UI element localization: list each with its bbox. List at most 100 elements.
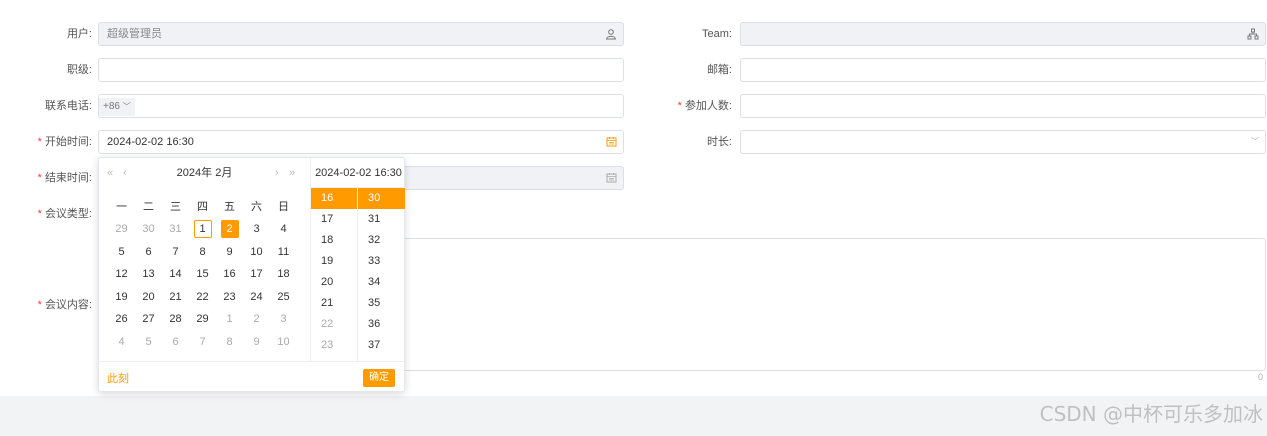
calendar-day[interactable]: 20: [135, 288, 162, 306]
calendar-day-label: 3: [280, 313, 287, 325]
user-value: 超级管理员: [107, 28, 162, 40]
next-month-button[interactable]: ›: [275, 158, 279, 188]
now-button[interactable]: 此刻: [107, 370, 129, 386]
calendar-day[interactable]: 10: [243, 243, 270, 261]
calendar-day[interactable]: 9: [216, 243, 243, 261]
next-year-button[interactable]: »: [289, 158, 295, 188]
calendar-day[interactable]: 31: [162, 220, 189, 238]
calendar-icon[interactable]: [606, 167, 617, 189]
hour-option[interactable]: 22: [311, 314, 357, 335]
calendar-day[interactable]: 2: [243, 310, 270, 328]
calendar-day-label: 15: [196, 268, 209, 280]
duration-select[interactable]: ﹀: [740, 130, 1266, 154]
calendar-day[interactable]: 21: [162, 288, 189, 306]
rank-input[interactable]: [98, 58, 624, 82]
calendar-day[interactable]: 14: [162, 265, 189, 283]
user-icon[interactable]: [605, 23, 617, 45]
hour-option[interactable]: 19: [311, 251, 357, 272]
calendar-day[interactable]: 3: [270, 310, 297, 328]
calendar-day[interactable]: 22: [189, 288, 216, 306]
calendar-day[interactable]: 8: [216, 333, 243, 351]
minute-option[interactable]: 32: [358, 230, 405, 251]
calendar-icon[interactable]: [606, 131, 617, 153]
calendar-day[interactable]: 5: [135, 333, 162, 351]
calendar-day[interactable]: 2: [216, 220, 243, 238]
required-mark: *: [37, 208, 42, 220]
minute-option[interactable]: 35: [358, 293, 405, 314]
calendar-day[interactable]: 26: [108, 310, 135, 328]
char-counter: 0: [1258, 372, 1264, 382]
minute-option[interactable]: 34: [358, 272, 405, 293]
calendar-day[interactable]: 27: [135, 310, 162, 328]
calendar-day[interactable]: 1: [216, 310, 243, 328]
calendar-day[interactable]: 11: [270, 243, 297, 261]
calendar-day-label: 4: [280, 223, 287, 235]
calendar-day[interactable]: 25: [270, 288, 297, 306]
calendar-day-label: 18: [277, 268, 290, 280]
calendar-day[interactable]: 13: [135, 265, 162, 283]
calendar-header: « ‹ 2024年 2月 › »: [99, 158, 310, 188]
start-time-input[interactable]: 2024-02-02 16:30: [98, 130, 624, 154]
calendar-day[interactable]: 7: [162, 243, 189, 261]
start-time-label-text: 开始时间:: [44, 136, 92, 148]
calendar-day[interactable]: 3: [243, 220, 270, 238]
calendar-day[interactable]: 9: [243, 333, 270, 351]
calendar-day[interactable]: 6: [162, 333, 189, 351]
calendar-day[interactable]: 15: [189, 265, 216, 283]
calendar-day-label: 12: [115, 268, 128, 280]
calendar-day[interactable]: 8: [189, 243, 216, 261]
calendar-day-label: 21: [169, 291, 182, 303]
calendar-day[interactable]: 10: [270, 333, 297, 351]
calendar-day[interactable]: 1: [189, 220, 216, 238]
hour-option[interactable]: 21: [311, 293, 357, 314]
minute-option[interactable]: 30: [358, 188, 405, 209]
required-mark: *: [37, 172, 42, 184]
hour-column[interactable]: 16 17 18 19 20 21 22 23: [311, 188, 358, 361]
calendar-day-label: 20: [142, 291, 155, 303]
calendar-day[interactable]: 12: [108, 265, 135, 283]
phone-input[interactable]: +86 ﹀: [98, 94, 624, 118]
confirm-button[interactable]: 确定: [363, 369, 395, 387]
minute-column[interactable]: 30 31 32 33 34 35 36 37: [358, 188, 405, 361]
participants-input[interactable]: [740, 94, 1266, 118]
calendar-day-label: 11: [277, 246, 290, 258]
calendar-day[interactable]: 30: [135, 220, 162, 238]
hour-option[interactable]: 16: [311, 188, 357, 209]
calendar-day[interactable]: 24: [243, 288, 270, 306]
email-input[interactable]: [740, 58, 1266, 82]
calendar-day[interactable]: 17: [243, 265, 270, 283]
calendar-day[interactable]: 28: [162, 310, 189, 328]
calendar-day[interactable]: 23: [216, 288, 243, 306]
hour-option[interactable]: 18: [311, 230, 357, 251]
calendar-day[interactable]: 4: [270, 220, 297, 238]
team-field[interactable]: [740, 22, 1266, 46]
user-field: 超级管理员: [98, 22, 624, 46]
phone-prefix-select[interactable]: +86 ﹀: [99, 98, 135, 116]
calendar-day[interactable]: 18: [270, 265, 297, 283]
minute-option[interactable]: 37: [358, 335, 405, 356]
calendar-day-label: 27: [142, 313, 155, 325]
calendar-day[interactable]: 19: [108, 288, 135, 306]
calendar-day-label: 8: [199, 246, 206, 258]
required-mark: *: [37, 136, 42, 148]
prev-year-button[interactable]: «: [107, 158, 113, 188]
weekday-header: 二: [143, 201, 154, 213]
calendar-day[interactable]: 6: [135, 243, 162, 261]
calendar-day[interactable]: 5: [108, 243, 135, 261]
org-tree-icon[interactable]: [1247, 23, 1259, 45]
month-label[interactable]: 2月: [215, 167, 232, 179]
calendar-day[interactable]: 29: [189, 310, 216, 328]
year-label[interactable]: 2024年: [177, 167, 212, 179]
minute-option[interactable]: 36: [358, 314, 405, 335]
hour-option[interactable]: 23: [311, 335, 357, 356]
time-panel: 2024-02-02 16:30 16 17 18 19 20 21 22 23 30 31 32…: [310, 158, 406, 361]
hour-option[interactable]: 17: [311, 209, 357, 230]
prev-month-button[interactable]: ‹: [123, 158, 127, 188]
minute-option[interactable]: 33: [358, 251, 405, 272]
calendar-day[interactable]: 16: [216, 265, 243, 283]
hour-option[interactable]: 20: [311, 272, 357, 293]
calendar-day[interactable]: 29: [108, 220, 135, 238]
calendar-day[interactable]: 7: [189, 333, 216, 351]
minute-option[interactable]: 31: [358, 209, 405, 230]
calendar-day[interactable]: 4: [108, 333, 135, 351]
